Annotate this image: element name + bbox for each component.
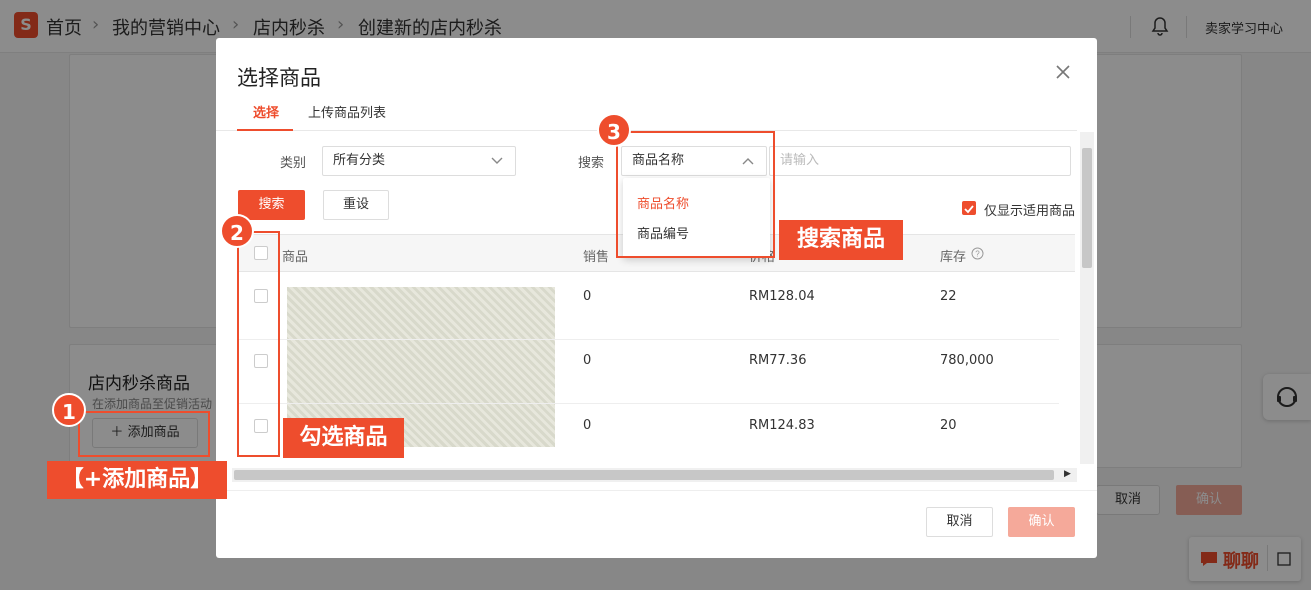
row-price: RM128.04	[749, 289, 815, 304]
highlight-checkboxes	[237, 231, 280, 457]
search-input[interactable]: 请输入	[769, 146, 1071, 176]
only-applicable-checkbox[interactable]	[962, 201, 976, 215]
reset-button[interactable]: 重设	[323, 190, 389, 220]
help-circle-icon[interactable]: ?	[971, 247, 984, 260]
close-icon[interactable]	[1053, 62, 1073, 82]
row-price: RM124.83	[749, 418, 815, 433]
row-divider	[237, 403, 1059, 404]
category-select[interactable]: 所有分类	[322, 146, 516, 176]
category-value: 所有分类	[333, 153, 386, 168]
footer-divider	[216, 490, 1097, 491]
header-stock: 库存	[940, 250, 967, 265]
callout-add-product: 【+添加商品】	[47, 461, 227, 499]
header-product: 商品	[282, 250, 309, 265]
tab-select[interactable]: 选择	[253, 102, 279, 121]
tab-upload-list[interactable]: 上传商品列表	[308, 102, 386, 121]
check-icon	[964, 205, 974, 214]
search-label: 搜索	[578, 156, 605, 171]
modal-cancel-button[interactable]: 取消	[926, 507, 993, 537]
row-sales: 0	[583, 289, 592, 304]
row-sales: 0	[583, 353, 592, 368]
row-stock: 780,000	[940, 353, 994, 368]
callout-search-products: 搜索商品	[779, 220, 903, 260]
svg-text:?: ?	[975, 250, 980, 259]
step-badge-3: 3	[597, 113, 631, 147]
row-sales: 0	[583, 418, 592, 433]
header-sales[interactable]: 销售	[583, 246, 609, 265]
scroll-right-arrow-icon[interactable]: ▶	[1064, 469, 1071, 479]
step-badge-2: 2	[220, 214, 254, 248]
chevron-down-icon	[491, 157, 503, 164]
row-divider	[237, 339, 1059, 340]
category-label: 类别	[280, 156, 307, 171]
modal-confirm-button[interactable]: 确认	[1008, 507, 1075, 537]
callout-select-products: 勾选商品	[283, 418, 404, 458]
modal-title: 选择商品	[237, 66, 321, 90]
vertical-scrollbar-thumb[interactable]	[1082, 148, 1092, 268]
select-products-modal: 选择商品 选择 上传商品列表 类别 所有分类 搜索 商品名称 请输入 搜索 重设…	[216, 38, 1097, 558]
step-badge-1: 1	[52, 393, 86, 427]
row-stock: 22	[940, 289, 957, 304]
only-applicable-label: 仅显示适用商品	[984, 204, 1076, 219]
search-button[interactable]: 搜索	[238, 190, 305, 220]
active-tab-indicator	[237, 129, 293, 131]
highlight-search-field	[616, 131, 775, 258]
row-stock: 20	[940, 418, 957, 433]
horizontal-scrollbar-thumb[interactable]	[234, 470, 1054, 480]
highlight-add-product	[78, 411, 210, 457]
row-price: RM77.36	[749, 353, 807, 368]
